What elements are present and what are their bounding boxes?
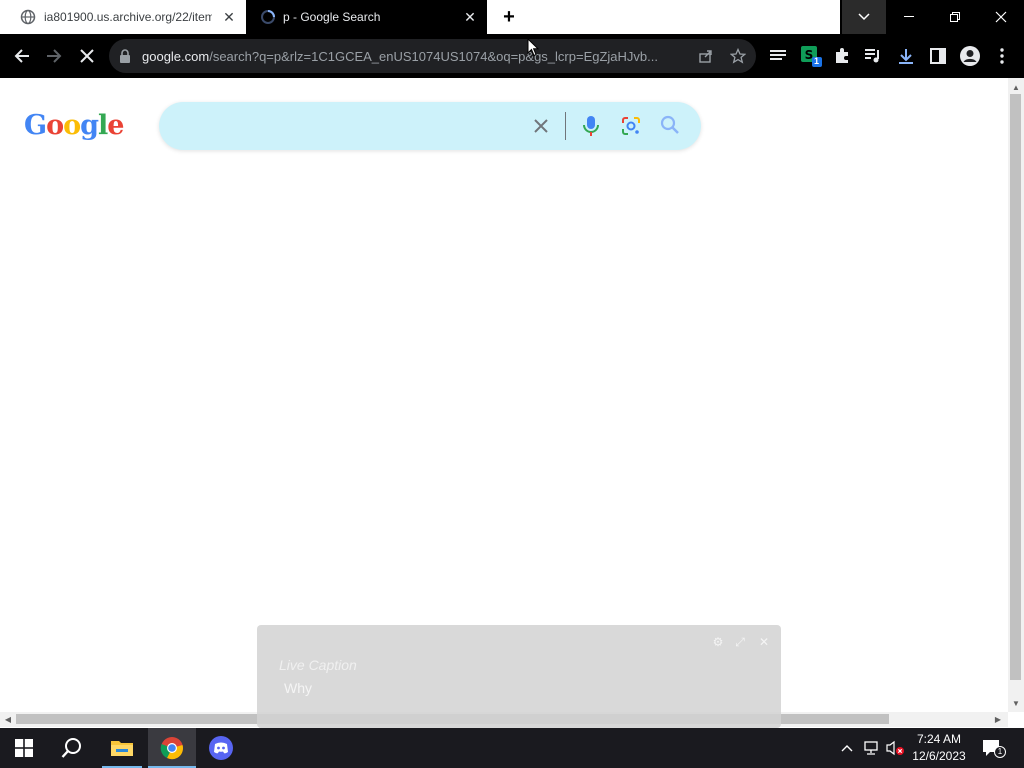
tab-strip-empty	[487, 0, 840, 34]
stop-loading-icon[interactable]	[75, 44, 99, 68]
extension-badge: 1	[814, 56, 820, 66]
scroll-up-arrow-icon[interactable]: ▲	[1010, 81, 1022, 93]
discord-icon[interactable]	[197, 728, 245, 768]
logo-letter: G	[24, 110, 47, 141]
logo-letter: e	[107, 110, 124, 141]
page-content: Google	[0, 78, 1008, 712]
search-input[interactable]	[183, 114, 513, 138]
logo-letter: g	[80, 110, 99, 141]
search-submit-icon[interactable]	[659, 114, 683, 138]
tab-title: ia801900.us.archive.org/22/items/	[44, 10, 212, 24]
tab-search-icon[interactable]	[842, 0, 886, 34]
vertical-scroll-thumb[interactable]	[1010, 94, 1021, 680]
show-hidden-icons-chevron-icon[interactable]	[838, 728, 856, 768]
reading-list-icon[interactable]	[766, 44, 790, 68]
search-box[interactable]	[159, 102, 701, 150]
window-controls	[842, 0, 1024, 34]
side-panel-icon[interactable]	[926, 44, 950, 68]
url-path: /search?q=p&rlz=1C1GCEA_enUS1074US1074&o…	[209, 49, 658, 64]
chrome-icon[interactable]	[148, 728, 196, 768]
scroll-left-arrow-icon[interactable]: ◀	[2, 713, 14, 725]
tab-archive[interactable]: ia801900.us.archive.org/22/items/ ✕	[0, 0, 246, 34]
share-icon[interactable]	[697, 47, 715, 65]
media-controls-icon[interactable]	[861, 44, 885, 68]
windows-taskbar: 7:24 AM 12/6/2023 1	[0, 728, 1024, 768]
tab-google-search[interactable]: p - Google Search ✕	[247, 0, 487, 34]
search-divider	[565, 112, 566, 140]
mouse-cursor-icon	[527, 38, 539, 57]
forward-arrow-icon[interactable]	[42, 44, 66, 68]
google-lens-icon[interactable]	[619, 114, 643, 138]
caption-settings-icon[interactable]: ⚙	[711, 635, 725, 649]
profile-avatar-icon[interactable]	[958, 44, 982, 68]
logo-letter: l	[97, 110, 108, 141]
extension-s-icon[interactable]: S 1	[799, 44, 823, 68]
volume-muted-icon[interactable]	[884, 728, 906, 768]
start-icon[interactable]	[0, 728, 48, 768]
new-tab-button[interactable]: +	[496, 4, 522, 30]
loading-spinner-icon	[260, 9, 276, 25]
close-icon[interactable]	[978, 0, 1024, 34]
voice-search-mic-icon[interactable]	[580, 114, 602, 138]
minimize-icon[interactable]	[886, 0, 932, 34]
back-arrow-icon[interactable]	[10, 44, 34, 68]
live-caption-panel: ⚙ ⤢ ✕ Live Caption Why	[257, 625, 781, 728]
search-icon[interactable]	[48, 728, 96, 768]
screen: ia801900.us.archive.org/22/items/ ✕ p - …	[0, 0, 1024, 768]
tab-title: p - Google Search	[283, 10, 381, 24]
caption-close-icon[interactable]: ✕	[757, 635, 771, 649]
clock-time: 7:24 AM	[916, 732, 962, 746]
live-caption-title: Live Caption	[279, 657, 357, 673]
extensions-puzzle-icon[interactable]	[830, 44, 854, 68]
scroll-down-arrow-icon[interactable]: ▼	[1010, 697, 1022, 709]
network-icon[interactable]	[860, 728, 882, 768]
notification-center-icon[interactable]: 1	[980, 736, 1006, 760]
tab-close-icon[interactable]: ✕	[462, 9, 478, 25]
url-text: google.com/search?q=p&rlz=1C1GCEA_enUS10…	[142, 49, 687, 64]
scroll-right-arrow-icon[interactable]: ▶	[992, 713, 1004, 725]
logo-letter: o	[46, 110, 64, 141]
download-icon[interactable]	[894, 44, 918, 68]
restore-icon[interactable]	[932, 0, 978, 34]
address-bar[interactable]: google.com/search?q=p&rlz=1C1GCEA_enUS10…	[109, 39, 756, 73]
globe-icon	[20, 9, 36, 25]
logo-letter: o	[63, 110, 81, 141]
google-doodle-logo[interactable]: Google	[24, 110, 124, 141]
system-clock[interactable]: 7:24 AM 12/6/2023	[904, 731, 974, 765]
clock-date: 12/6/2023	[912, 749, 966, 763]
title-bar: ia801900.us.archive.org/22/items/ ✕ p - …	[0, 0, 1024, 34]
tab-close-icon[interactable]: ✕	[221, 9, 237, 25]
url-host: google.com	[142, 49, 210, 64]
clear-icon[interactable]	[531, 116, 551, 136]
live-caption-text: Why	[284, 680, 312, 696]
browser-toolbar: google.com/search?q=p&rlz=1C1GCEA_enUS10…	[0, 34, 1024, 78]
lock-icon	[119, 49, 133, 63]
bookmark-star-icon[interactable]	[729, 47, 747, 65]
caption-expand-icon[interactable]: ⤢	[733, 635, 747, 649]
chrome-menu-icon[interactable]	[990, 44, 1014, 68]
file-explorer-icon[interactable]	[98, 728, 146, 768]
notification-count: 1	[994, 746, 1006, 758]
